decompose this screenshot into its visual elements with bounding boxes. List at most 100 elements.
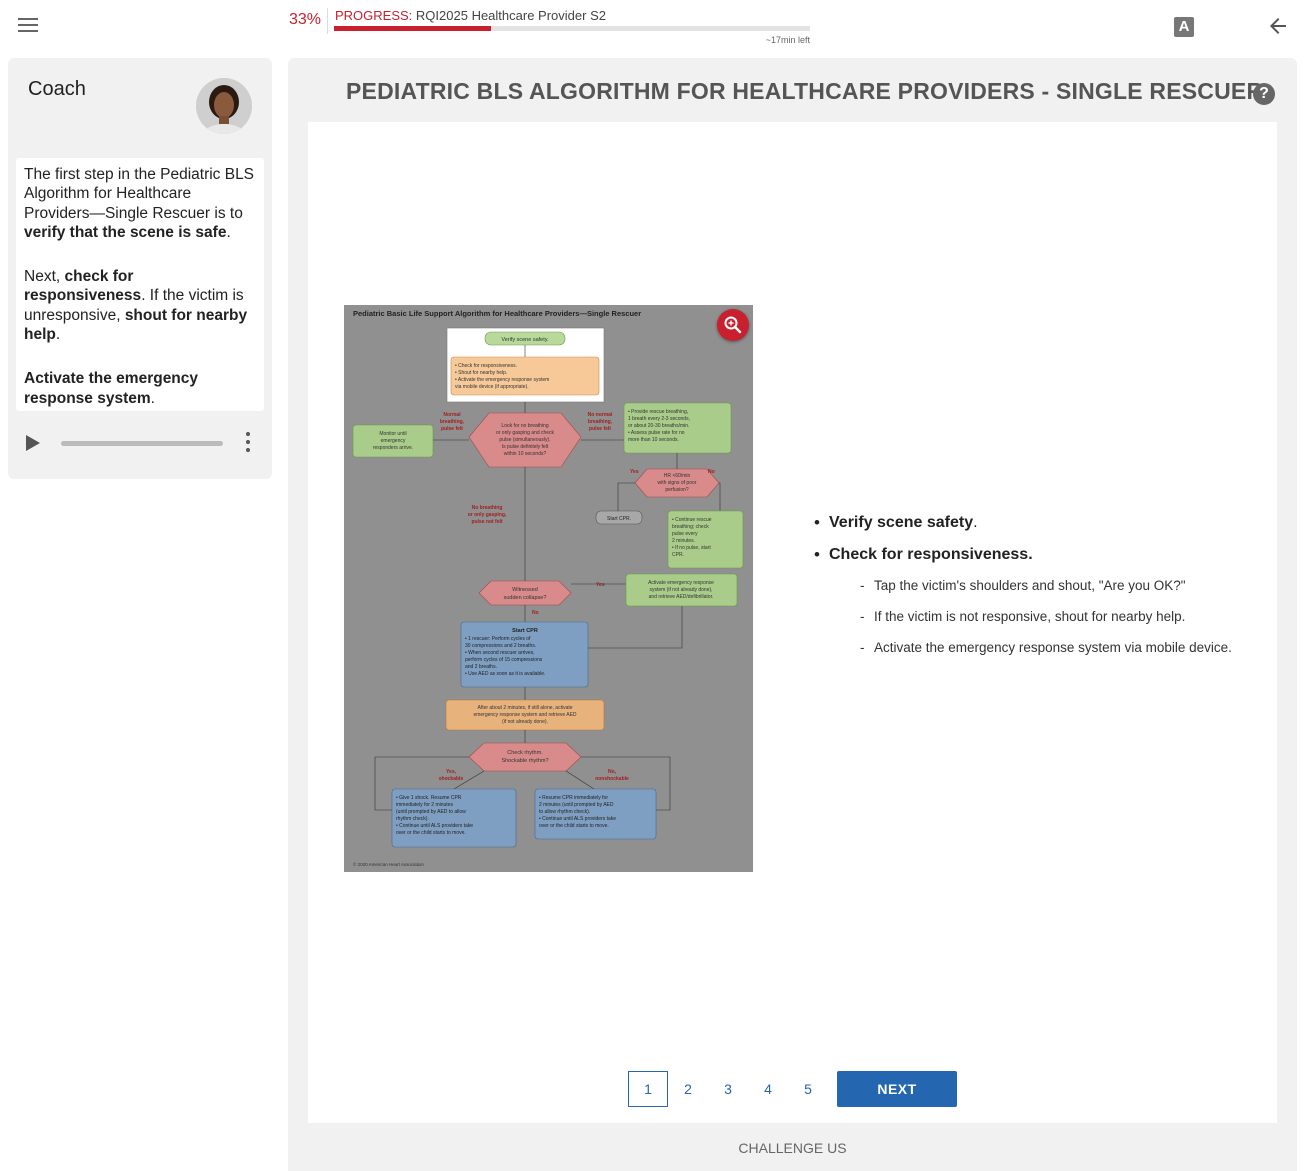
page-title: PEDIATRIC BLS ALGORITHM FOR HEALTHCARE P…	[346, 78, 1264, 104]
fig-verify: Verify scene safety.	[501, 337, 549, 343]
fig-rescue3: or about 20-30 breaths/min.	[628, 423, 689, 429]
fig-normal3: pulse felt	[441, 426, 463, 432]
fig-rescue1: • Provide rescue breathing,	[628, 409, 688, 415]
fig-activate1: Activate emergency response	[648, 580, 714, 586]
fig-after3: (if not already done).	[502, 719, 548, 725]
back-arrow-icon[interactable]	[1266, 14, 1290, 38]
fig-rescue5: more than 10 seconds.	[628, 437, 679, 443]
progress-label-prefix: PROGRESS:	[335, 8, 413, 23]
fig-yesshock2: shockable	[439, 776, 464, 782]
main-content: PEDIATRIC BLS ALGORITHM FOR HEALTHCARE P…	[288, 58, 1297, 1171]
fig-witnessed2: sudden collapse?	[504, 595, 547, 601]
coach-paragraph-2: Next, check for responsiveness. If the v…	[24, 268, 248, 344]
page-button-3[interactable]: 3	[708, 1071, 748, 1107]
fig-after1: After about 2 minutes, if still alone, a…	[477, 705, 572, 711]
fig-resume2: 2 minutes (until prompted by AED	[539, 802, 614, 808]
fig-shock5: • Continue until ALS providers take	[396, 823, 473, 829]
course-name: RQI2025 Healthcare Provider S2	[415, 8, 606, 23]
play-icon[interactable]	[26, 435, 40, 451]
page-button-5[interactable]: 5	[788, 1071, 828, 1107]
page-button-2[interactable]: 2	[668, 1071, 708, 1107]
fig-cont5: • If no pulse, start	[672, 545, 711, 551]
fig-cont3: pulse every	[672, 531, 698, 537]
fig-activate3: and retrieve AED/defibrillator.	[649, 594, 714, 600]
next-button[interactable]: NEXT	[837, 1071, 957, 1107]
zoom-in-button[interactable]	[717, 309, 749, 341]
audio-seek-bar[interactable]	[61, 441, 223, 446]
text-size-icon[interactable]: A	[1174, 17, 1194, 37]
menu-icon[interactable]	[18, 18, 38, 34]
fig-look4: Is pulse definitely felt	[502, 444, 549, 450]
fig-hr3: perfusion?	[665, 487, 689, 493]
progress-bar	[334, 26, 810, 31]
magnifier-icon	[724, 316, 742, 334]
fig-copyright: © 2020 American Heart Association	[353, 861, 424, 867]
progress-label: PROGRESS: RQI2025 Healthcare Provider S2	[335, 8, 606, 23]
algorithm-figure[interactable]: Verify scene safety. • Check for respons…	[344, 305, 753, 872]
fig-nobreath1: No breathing	[472, 505, 503, 511]
fig-nobreath2: or only gasping,	[468, 512, 507, 518]
fig-hr2: with signs of poor	[658, 480, 697, 486]
fig-cpr-title: Start CPR	[512, 628, 538, 634]
fig-yesshock1: Yes,	[446, 769, 457, 775]
fig-witnessed1: Witnessed	[512, 587, 538, 593]
fig-shock2: immediately for 2 minutes	[396, 802, 453, 808]
fig-look5: within 10 seconds?	[504, 451, 547, 457]
challenge-us-link[interactable]: CHALLENGE US	[288, 1140, 1297, 1156]
fig-check3: • Activate the emergency response system	[455, 377, 549, 383]
fig-noshock2: nonshockable	[595, 776, 629, 782]
fig-yes-2: Yes	[596, 582, 605, 588]
fig-resume3: to allow rhythm check).	[539, 809, 590, 815]
fig-cpr5: and 2 breaths.	[465, 664, 497, 670]
fig-resume5: over or the child starts to move.	[539, 823, 609, 829]
fig-monitor3: responders arrive.	[373, 445, 413, 451]
sub-bullet-tap-shoulders: Tap the victim's shoulders and shout, "A…	[829, 578, 1254, 593]
algorithm-diagram: Verify scene safety. • Check for respons…	[352, 327, 744, 867]
fig-hr1: HR <60/min	[664, 473, 691, 479]
bullet-check-responsiveness: Check for responsiveness. Tap the victim…	[814, 545, 1254, 655]
fig-cpr4: perform cycles of 15 compressions	[465, 657, 543, 663]
fig-nobreath3: pulse not felt	[471, 519, 502, 525]
key-points: Verify scene safety. Check for responsiv…	[814, 513, 1254, 671]
fig-check1: • Check for responsiveness.	[455, 363, 517, 369]
fig-resume1: • Resume CPR immediately for	[539, 795, 608, 801]
fig-shock4: rhythm check).	[396, 816, 429, 822]
coach-message: The first step in the Pediatric BLS Algo…	[16, 158, 264, 411]
coach-paragraph-3: Activate the emergency response system.	[24, 370, 199, 407]
fig-monitor2: emergency	[381, 438, 406, 444]
content-card: Verify scene safety. • Check for respons…	[308, 122, 1277, 1123]
page-button-4[interactable]: 4	[748, 1071, 788, 1107]
fig-cont4: 2 minutes.	[672, 538, 695, 544]
figure-title: Pediatric Basic Life Support Algorithm f…	[353, 309, 642, 318]
sub-bullet-shout-help: If the victim is not responsive, shout f…	[829, 609, 1254, 624]
fig-cpr2: 30 compressions and 2 breaths.	[465, 643, 536, 649]
fig-shock3: (until prompted by AED to allow	[396, 809, 466, 815]
help-icon[interactable]: ?	[1253, 83, 1275, 105]
coach-panel: Coach The first step in the Pediatric BL…	[8, 58, 272, 479]
page-button-1[interactable]: 1	[628, 1071, 668, 1107]
fig-shock1: • Give 1 shock. Resume CPR	[396, 795, 462, 801]
fig-cpr1: • 1 rescuer: Perform cycles of	[465, 636, 531, 642]
fig-cont1: • Continue rescue	[672, 517, 712, 523]
more-options-icon[interactable]	[244, 432, 252, 454]
fig-after2: emergency response system and retrieve A…	[473, 712, 576, 718]
fig-rhythm1: Check rhythm.	[507, 750, 543, 756]
top-bar: 33% PROGRESS: RQI2025 Healthcare Provide…	[0, 0, 1310, 52]
fig-normal2: breathing,	[440, 419, 465, 425]
fig-cont2: breathing; check	[672, 524, 709, 530]
fig-rescue2: 1 breath every 2-3 seconds,	[628, 416, 690, 422]
sub-bullet-activate-ems: Activate the emergency response system v…	[829, 640, 1254, 655]
fig-cpr3: • When second rescuer arrives,	[465, 650, 535, 656]
fig-rhythm2: Shockable rhythm?	[501, 758, 548, 764]
fig-nonormal3: pulse felt	[589, 426, 611, 432]
coach-title: Coach	[28, 78, 86, 100]
fig-activate2: system (if not already done),	[649, 587, 712, 593]
progress-bar-fill	[334, 26, 492, 31]
bullet-verify-scene: Verify scene safety.	[814, 513, 1254, 533]
fig-check4: via mobile device (if appropriate).	[455, 384, 529, 390]
fig-shock6: over or the child starts to move.	[396, 830, 466, 836]
fig-normal1: Normal	[443, 412, 461, 418]
fig-resume4: • Continue until ALS providers take	[539, 816, 616, 822]
fig-nonormal1: No normal	[588, 412, 613, 418]
fig-nonormal2: breathing,	[588, 419, 613, 425]
